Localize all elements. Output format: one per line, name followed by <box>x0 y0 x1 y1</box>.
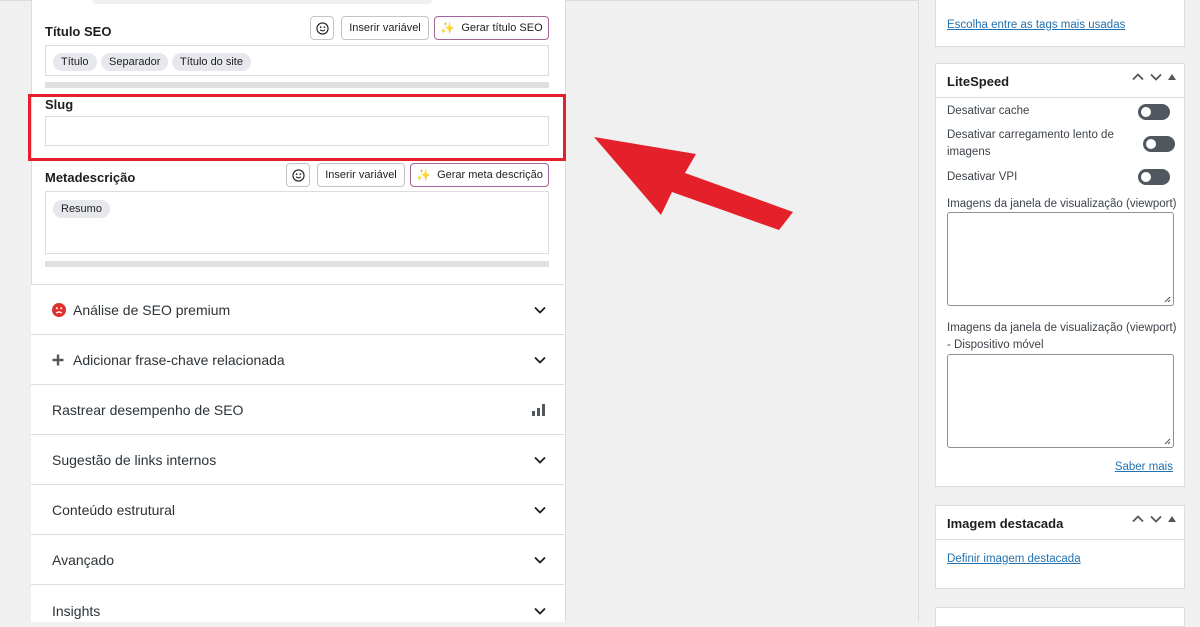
most-used-tags-link[interactable]: Escolha entre as tags mais usadas <box>947 19 1125 31</box>
section-track-seo-performance[interactable]: Rastrear desempenho de SEO <box>31 384 564 434</box>
disable-vpi-toggle[interactable] <box>1138 169 1170 185</box>
section-add-related-keyphrase[interactable]: Adicionar frase-chave relacionada <box>31 334 564 384</box>
disable-lazy-load-toggle[interactable] <box>1143 136 1175 152</box>
resize-grip-icon[interactable] <box>1164 296 1171 303</box>
featured-image-box: Imagem destacada Definir imagem destacad… <box>935 505 1185 589</box>
variable-tag-excerpt[interactable]: Resumo <box>53 200 110 218</box>
chevron-down-icon <box>534 607 546 615</box>
chevron-down-icon <box>534 356 546 364</box>
generate-seo-title-label: Gerar título SEO <box>461 22 543 34</box>
section-label: Conteúdo estrutural <box>52 501 175 518</box>
chevron-down-icon[interactable] <box>1150 73 1162 81</box>
disable-cache-label: Desativar cache <box>947 105 1030 117</box>
meta-description-progress <box>45 261 549 267</box>
tags-box: Escolha entre as tags mais usadas <box>935 0 1185 47</box>
chevron-down-icon <box>534 306 546 314</box>
generate-meta-description-button[interactable]: ✨ Gerar meta descrição <box>410 163 549 187</box>
meta-description-input[interactable]: Resumo <box>45 191 549 254</box>
chevron-up-icon[interactable] <box>1132 515 1144 523</box>
smiley-icon <box>291 168 305 182</box>
section-label: Adicionar frase-chave relacionada <box>73 351 285 368</box>
section-label: Rastrear desempenho de SEO <box>52 401 244 418</box>
smiley-icon <box>315 21 329 35</box>
variable-tag-title[interactable]: Título <box>53 53 97 71</box>
slug-label: Slug <box>45 97 74 112</box>
resize-grip-icon[interactable] <box>1164 438 1171 445</box>
viewport-images-mobile-textarea[interactable] <box>947 354 1174 448</box>
meta-description-insert-variable-button[interactable]: Inserir variável <box>317 163 405 187</box>
chevron-down-icon <box>534 456 546 464</box>
variable-tag-separator[interactable]: Separador <box>101 53 169 71</box>
chevron-down-icon <box>534 506 546 514</box>
litespeed-title: LiteSpeed <box>947 74 1010 89</box>
generate-seo-title-button[interactable]: ✨ Gerar título SEO <box>434 16 549 40</box>
seo-title-emoji-button[interactable] <box>310 16 334 40</box>
featured-image-header[interactable]: Imagem destacada <box>936 506 1184 540</box>
litespeed-header[interactable]: LiteSpeed <box>936 64 1184 98</box>
sad-face-icon <box>52 302 66 317</box>
litespeed-box: LiteSpeed Desativar cache Desativar carr… <box>935 63 1185 487</box>
slug-input[interactable] <box>45 116 549 146</box>
seo-title-insert-variable-button[interactable]: Inserir variável <box>341 16 429 40</box>
plus-icon <box>52 354 64 365</box>
collapse-triangle-icon[interactable] <box>1168 74 1176 80</box>
section-internal-link-suggestions[interactable]: Sugestão de links internos <box>31 434 564 484</box>
chevron-down-icon[interactable] <box>1150 515 1162 523</box>
section-structural-content[interactable]: Conteúdo estrutural <box>31 484 564 534</box>
set-featured-image-link[interactable]: Definir imagem destacada <box>947 553 1081 565</box>
viewport-images-textarea[interactable] <box>947 212 1174 306</box>
section-label: Avançado <box>52 551 115 568</box>
next-sidebar-box <box>935 607 1185 627</box>
generate-meta-description-label: Gerar meta descrição <box>437 169 543 181</box>
bar-chart-icon <box>532 403 545 416</box>
section-insights[interactable]: Insights <box>31 584 564 622</box>
section-label: Insights <box>52 603 101 619</box>
learn-more-link[interactable]: Saber mais <box>1115 461 1173 473</box>
top-tab-edge <box>92 0 432 4</box>
chevron-down-icon <box>534 556 546 564</box>
section-premium-seo-analysis[interactable]: Análise de SEO premium <box>31 284 564 334</box>
disable-vpi-label: Desativar VPI <box>947 171 1018 183</box>
viewport-images-label: Imagens da janela de visualização (viewp… <box>947 198 1177 210</box>
disable-cache-toggle[interactable] <box>1138 104 1170 120</box>
sparkle-icon: ✨ <box>440 21 456 35</box>
chevron-up-icon[interactable] <box>1132 73 1144 81</box>
meta-description-label: Metadescrição <box>45 170 136 185</box>
red-arrow-annotation <box>594 137 793 230</box>
featured-image-title: Imagem destacada <box>947 516 1064 531</box>
section-label: Sugestão de links internos <box>52 451 217 468</box>
section-advanced[interactable]: Avançado <box>31 534 564 584</box>
seo-title-input[interactable]: Título Separador Título do site <box>45 45 549 76</box>
viewport-images-mobile-label: Imagens da janela de visualização (viewp… <box>947 322 1177 351</box>
meta-description-emoji-button[interactable] <box>286 163 310 187</box>
disable-lazy-load-label: Desativar carregamento lento de imagens <box>947 129 1114 158</box>
collapse-triangle-icon[interactable] <box>1168 516 1176 522</box>
seo-title-label: Título SEO <box>45 24 112 39</box>
variable-tag-site-title[interactable]: Título do site <box>172 53 251 71</box>
section-label: Análise de SEO premium <box>73 301 231 318</box>
sparkle-icon: ✨ <box>416 168 432 182</box>
seo-title-progress <box>45 82 549 88</box>
